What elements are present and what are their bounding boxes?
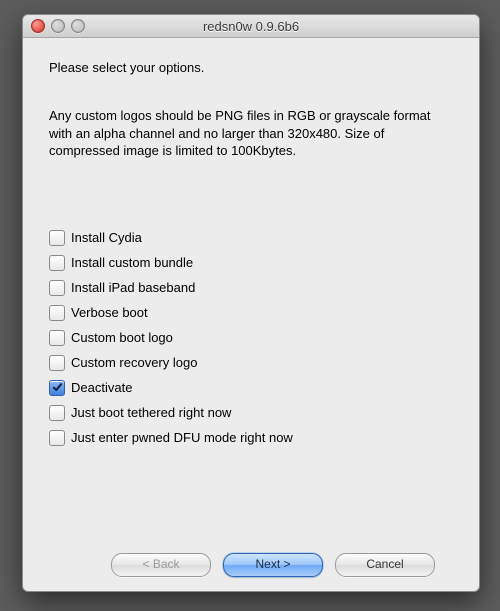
window-title: redsn0w 0.9.6b6 xyxy=(23,19,479,34)
checkbox[interactable] xyxy=(49,280,65,296)
options-group: Install Cydia Install custom bundle Instal… xyxy=(49,230,453,446)
option-label: Verbose boot xyxy=(71,305,148,320)
option-row[interactable]: Verbose boot xyxy=(49,305,453,321)
next-button[interactable]: Next > xyxy=(223,553,323,577)
option-row[interactable]: Install Cydia xyxy=(49,230,453,246)
app-window: redsn0w 0.9.6b6 Please select your optio… xyxy=(22,14,480,592)
option-row[interactable]: Just enter pwned DFU mode right now xyxy=(49,430,453,446)
checkbox[interactable] xyxy=(49,405,65,421)
prompt-text: Please select your options. xyxy=(49,60,453,75)
option-label: Install custom bundle xyxy=(71,255,193,270)
option-row[interactable]: Install iPad baseband xyxy=(49,280,453,296)
content-pane: Please select your options. Any custom l… xyxy=(23,38,479,591)
option-row[interactable]: Custom recovery logo xyxy=(49,355,453,371)
option-row[interactable]: Custom boot logo xyxy=(49,330,453,346)
option-row[interactable]: Deactivate xyxy=(49,380,453,396)
traffic-lights xyxy=(31,19,85,33)
zoom-icon[interactable] xyxy=(71,19,85,33)
close-icon[interactable] xyxy=(31,19,45,33)
checkbox[interactable] xyxy=(49,380,65,396)
option-label: Install iPad baseband xyxy=(71,280,195,295)
checkbox[interactable] xyxy=(49,355,65,371)
option-label: Just enter pwned DFU mode right now xyxy=(71,430,293,445)
back-button: < Back xyxy=(111,553,211,577)
option-label: Install Cydia xyxy=(71,230,142,245)
option-label: Custom boot logo xyxy=(71,330,173,345)
titlebar: redsn0w 0.9.6b6 xyxy=(23,15,479,38)
checkbox[interactable] xyxy=(49,330,65,346)
option-row[interactable]: Install custom bundle xyxy=(49,255,453,271)
checkbox[interactable] xyxy=(49,255,65,271)
logo-note: Any custom logos should be PNG files in … xyxy=(49,107,453,160)
option-label: Custom recovery logo xyxy=(71,355,197,370)
cancel-button[interactable]: Cancel xyxy=(335,553,435,577)
option-label: Just boot tethered right now xyxy=(71,405,231,420)
checkbox[interactable] xyxy=(49,230,65,246)
minimize-icon[interactable] xyxy=(51,19,65,33)
option-row[interactable]: Just boot tethered right now xyxy=(49,405,453,421)
checkbox[interactable] xyxy=(49,305,65,321)
option-label: Deactivate xyxy=(71,380,132,395)
footer: < Back Next > Cancel xyxy=(49,539,453,591)
checkbox[interactable] xyxy=(49,430,65,446)
